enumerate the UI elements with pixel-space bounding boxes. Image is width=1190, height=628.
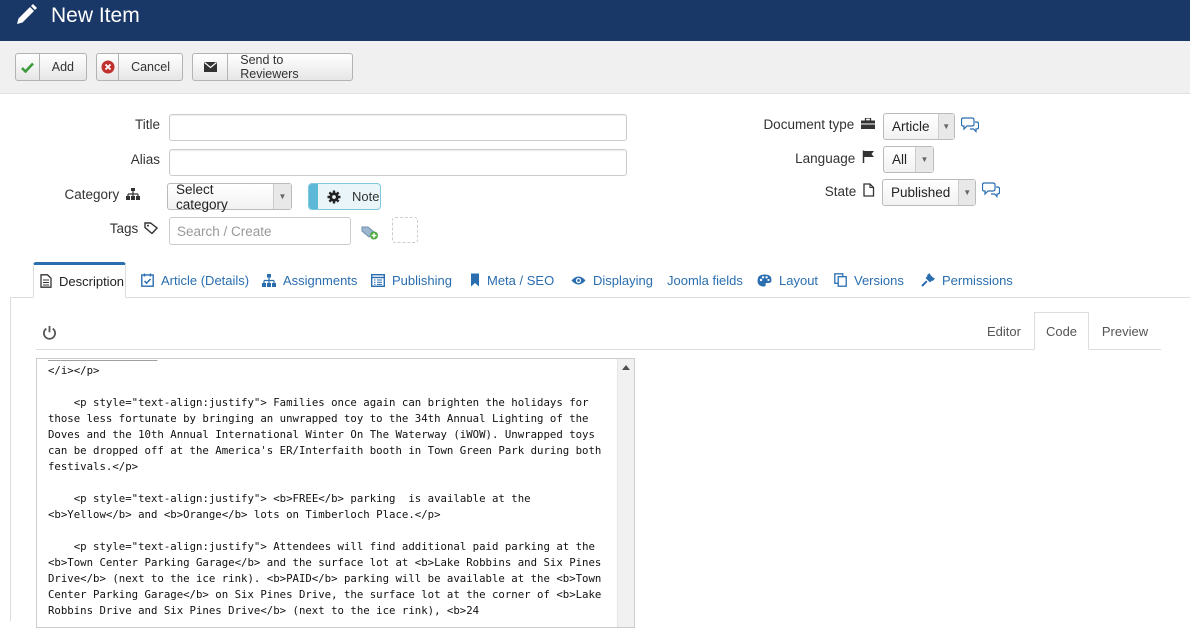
language-select[interactable]: All ▼: [883, 146, 934, 173]
document-edit-icon: [863, 183, 875, 197]
comments-icon[interactable]: [961, 117, 979, 133]
cancel-circle-icon: [97, 54, 120, 80]
doctype-select-value: Article: [892, 119, 930, 134]
tabs-divider: [10, 297, 1190, 298]
plug-icon: [921, 273, 935, 287]
panel-border: [10, 297, 11, 621]
check-icon: [16, 54, 40, 80]
doctype-select[interactable]: Article ▼: [883, 113, 955, 140]
state-select[interactable]: Published ▼: [882, 179, 976, 206]
tab-label: Layout: [779, 272, 819, 288]
title-input[interactable]: [169, 114, 627, 141]
sitemap-icon: [126, 188, 140, 200]
scroll-up-arrow-icon[interactable]: [622, 365, 630, 370]
alias-label: Alias: [130, 152, 160, 167]
note-accent-bar: [309, 184, 318, 209]
language-label: Language: [730, 150, 875, 166]
tags-label: Tags: [40, 221, 159, 236]
tag-icon: [144, 222, 159, 235]
comments-icon[interactable]: [982, 182, 1000, 198]
add-button[interactable]: Add: [15, 53, 87, 81]
cancel-button[interactable]: Cancel: [96, 53, 183, 81]
add-tag-icon[interactable]: [361, 224, 379, 240]
tab-meta-seo[interactable]: Meta / SEO: [470, 270, 554, 290]
chevron-down-icon: ▼: [272, 184, 291, 209]
cancel-button-label: Cancel: [131, 60, 170, 74]
page-title: New Item: [51, 4, 140, 27]
category-label-text: Category: [64, 187, 120, 202]
language-select-value: All: [892, 152, 908, 167]
category-select[interactable]: Select category ▼: [167, 181, 292, 212]
chevron-down-icon: ▼: [958, 180, 975, 205]
note-button[interactable]: Note: [308, 183, 381, 210]
tab-article-details[interactable]: Article (Details): [141, 270, 249, 290]
pencil-icon: [17, 4, 37, 24]
envelope-icon: [193, 54, 229, 80]
page-header: New Item: [0, 0, 1190, 41]
eye-icon: [571, 276, 586, 284]
tab-permissions[interactable]: Permissions: [921, 270, 1013, 290]
copy-icon: [834, 273, 847, 287]
category-label: Category: [40, 187, 140, 202]
tab-label: Description: [59, 273, 125, 289]
tags-search-input[interactable]: Search / Create: [169, 217, 351, 245]
toolbar: Add Cancel Send to Reviewers: [0, 41, 1190, 94]
state-select-value: Published: [891, 185, 951, 200]
tab-label: Permissions: [942, 272, 1013, 288]
add-button-label: Add: [51, 60, 74, 74]
category-select-value: Select category: [176, 181, 228, 212]
tags-label-text: Tags: [109, 221, 139, 236]
tab-label: Publishing: [392, 272, 452, 288]
bookmark-icon: [471, 273, 479, 287]
state-label: State: [730, 183, 875, 199]
chevron-down-icon: ▼: [915, 147, 933, 172]
editor-mode-code[interactable]: Code: [1034, 312, 1089, 350]
state-label-text: State: [824, 184, 857, 199]
chevron-down-icon: ▼: [937, 114, 954, 139]
tab-description[interactable]: Description: [33, 262, 126, 298]
tab-label: Meta / SEO: [487, 272, 555, 288]
tab-displaying[interactable]: Displaying: [571, 270, 653, 290]
list-box-icon: [371, 273, 385, 287]
code-editor[interactable]: _________________ </i></p> <p style="tex…: [36, 358, 635, 628]
language-label-text: Language: [795, 151, 856, 166]
doctype-label-text: Document type: [763, 117, 855, 132]
tab-assignments[interactable]: Assignments: [262, 270, 357, 290]
power-toggle-icon[interactable]: [42, 325, 57, 340]
send-to-reviewers-button[interactable]: Send to Reviewers: [192, 53, 353, 81]
tab-versions[interactable]: Versions: [834, 270, 904, 290]
tab-label: Assignments: [283, 272, 358, 288]
tab-label: Versions: [854, 272, 904, 288]
editor-mode-editor[interactable]: Editor: [974, 312, 1034, 350]
tab-joomla-fields[interactable]: Joomla fields: [667, 270, 743, 290]
tab-publishing[interactable]: Publishing: [371, 270, 452, 290]
briefcase-icon: [861, 117, 875, 129]
tag-drop-placeholder[interactable]: [392, 217, 418, 243]
note-button-label: Note: [352, 189, 380, 204]
flag-icon: [862, 150, 874, 163]
document-icon: [40, 274, 52, 288]
title-label: Title: [134, 117, 160, 132]
tab-label: Article (Details): [161, 272, 250, 288]
send-button-label: Send to Reviewers: [240, 53, 299, 81]
calendar-check-icon: [141, 273, 154, 287]
code-scrollbar[interactable]: [617, 359, 634, 627]
tab-label: Joomla fields: [667, 272, 743, 288]
sitemap-icon: [262, 273, 276, 287]
palette-icon: [757, 274, 772, 286]
doctype-label: Document type: [730, 117, 875, 132]
tab-label: Displaying: [593, 272, 653, 288]
alias-input[interactable]: [169, 149, 627, 176]
gear-icon: [327, 190, 341, 203]
code-content[interactable]: _________________ </i></p> <p style="tex…: [48, 359, 608, 619]
tab-layout[interactable]: Layout: [757, 270, 818, 290]
editor-mode-preview[interactable]: Preview: [1090, 312, 1160, 350]
